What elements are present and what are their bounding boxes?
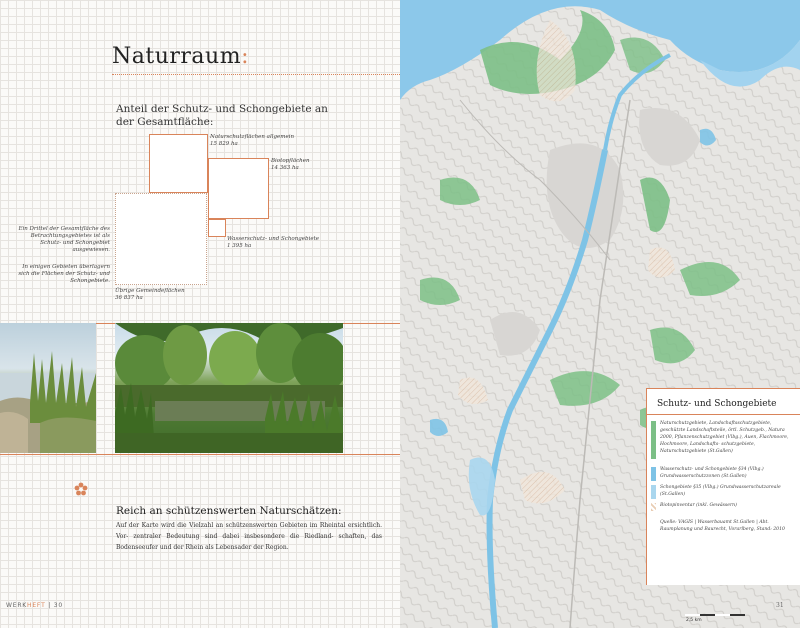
label-naturschutz-name: Naturschutzflächen allgemein bbox=[210, 134, 295, 140]
legend-title: Schutz- und Schongebiete bbox=[657, 399, 777, 409]
label-wasserschutz: Wasserschutz- und Schongebiete 1 395 ha bbox=[227, 236, 337, 250]
square-wasserschutz bbox=[208, 219, 226, 237]
legend-item-nature: Naturschutzgebiete, Landschaftsschutzgeb… bbox=[651, 420, 797, 464]
infographic-subtitle: Anteil der Schutz- und Schongebiete an d… bbox=[116, 103, 328, 128]
footer-brand-b: HEFT bbox=[27, 602, 46, 609]
label-gemeinde: Übrige Gemeindeflächen 36 837 ha bbox=[115, 288, 225, 302]
photo-lakeshore bbox=[0, 323, 96, 453]
label-naturschutz-value: 15 829 ha bbox=[210, 141, 238, 147]
page-title-text: Naturraum bbox=[112, 44, 242, 69]
legend-text-biotop: Biotopinventar (inkl. Gewässern) bbox=[660, 503, 737, 508]
scale-label: 2,5 km bbox=[686, 618, 702, 623]
label-gemeinde-value: 36 837 ha bbox=[115, 295, 143, 301]
legend-swatch-lightblue bbox=[651, 485, 656, 499]
photo-strip-bottom-rule bbox=[0, 454, 400, 455]
legend-text-water: Wasserschutz- und Schongebiete §34 (Vlbg… bbox=[660, 467, 764, 479]
page-title: Naturraum: bbox=[112, 44, 249, 69]
label-naturschutz: Naturschutzflächen allgemein 15 829 ha bbox=[210, 134, 300, 148]
legend-item-schongebiete: Schongebiete §35 (Vlbg.) Grundwasserschu… bbox=[651, 484, 797, 500]
map-legend: Schutz- und Schongebiete Naturschutzgebi… bbox=[646, 388, 800, 585]
footer-brand: WERKHEFT | 30 bbox=[6, 602, 63, 609]
flower-icon bbox=[74, 482, 88, 496]
legend-rule bbox=[647, 414, 800, 415]
label-biotop: Biotopflächen 14 363 ha bbox=[271, 158, 341, 172]
legend-text-schongebiete: Schongebiete §35 (Vlbg.) Grundwasserschu… bbox=[660, 485, 781, 497]
section-heading: Reich an schützenswerten Naturschätzen: bbox=[116, 505, 342, 517]
legend-swatch-hatch bbox=[651, 503, 656, 511]
square-gemeinde bbox=[115, 193, 207, 285]
title-rule bbox=[112, 74, 400, 75]
page-title-colon: : bbox=[241, 44, 249, 69]
side-note-1: Ein Drittel der Gesamtfläche des Betrach… bbox=[18, 226, 110, 253]
section-body: Auf der Karte wird die Vielzahl an schüt… bbox=[116, 522, 382, 551]
label-gemeinde-name: Übrige Gemeindeflächen bbox=[115, 288, 185, 294]
square-biotop bbox=[208, 158, 269, 219]
legend-swatch-green bbox=[651, 421, 656, 459]
scale-bar bbox=[685, 614, 745, 616]
legend-item-biotop: Biotopinventar (inkl. Gewässern) bbox=[651, 502, 797, 512]
legend-swatch-blue bbox=[651, 467, 656, 481]
legend-text-nature: Naturschutzgebiete, Landschaftsschutzgeb… bbox=[660, 421, 789, 454]
legend-item-water: Wasserschutz- und Schongebiete §34 (Vlbg… bbox=[651, 466, 797, 482]
square-naturschutz bbox=[149, 134, 208, 193]
photo-wetland bbox=[115, 323, 343, 453]
left-page: Naturraum: Anteil der Schutz- und Schong… bbox=[0, 0, 400, 628]
side-note-2: In einigen Gebieten überlagern sich die … bbox=[18, 264, 110, 284]
label-wasserschutz-name: Wasserschutz- und Schongebiete bbox=[227, 236, 320, 242]
page-number-right: 31 bbox=[776, 602, 784, 609]
label-biotop-name: Biotopflächen bbox=[271, 158, 310, 164]
label-wasserschutz-value: 1 395 ha bbox=[227, 243, 252, 249]
footer-page-number: | 30 bbox=[48, 602, 64, 609]
label-biotop-value: 14 363 ha bbox=[271, 165, 299, 171]
footer-brand-a: WERK bbox=[6, 602, 28, 609]
legend-source: Quelle: VAGIS | Wasserbauamt St.Gallen |… bbox=[660, 520, 785, 532]
